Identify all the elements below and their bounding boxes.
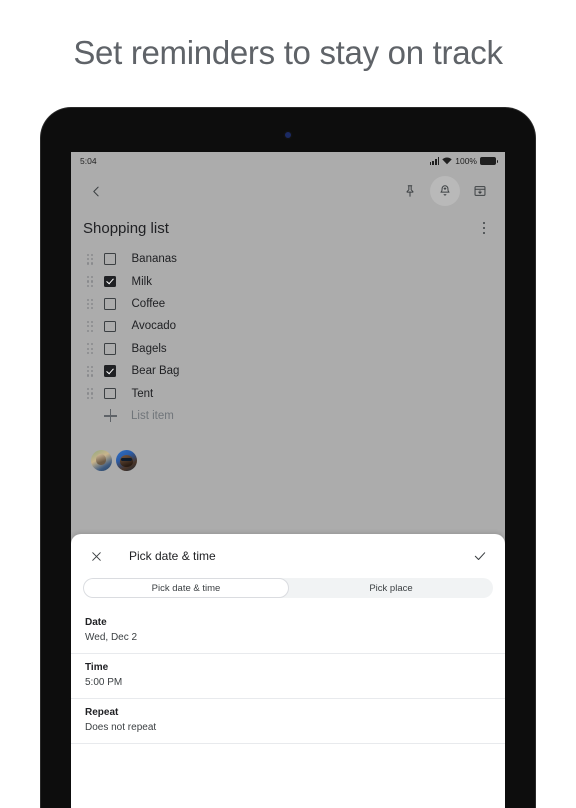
add-list-item-row[interactable]: List item xyxy=(71,405,505,427)
sheet-title: Pick date & time xyxy=(129,549,216,563)
archive-icon[interactable] xyxy=(465,176,495,206)
collaborator-avatars xyxy=(91,450,137,471)
list-item[interactable]: Bananas xyxy=(71,248,505,270)
time-row[interactable]: Time 5:00 PM xyxy=(71,654,505,699)
check-icon[interactable] xyxy=(469,545,491,567)
list-item-label: Bananas xyxy=(131,253,177,266)
pin-icon[interactable] xyxy=(395,176,425,206)
tab-pick-date-time[interactable]: Pick date & time xyxy=(83,578,289,598)
overflow-menu-icon[interactable] xyxy=(473,216,495,240)
repeat-row[interactable]: Repeat Does not repeat xyxy=(71,699,505,744)
reminder-settings-rows: Date Wed, Dec 2 Time 5:00 PM Repeat Does… xyxy=(71,609,505,744)
drag-handle-icon[interactable] xyxy=(83,319,97,333)
cellular-signal-icon xyxy=(429,157,440,165)
status-indicators: 100% xyxy=(429,156,498,166)
wifi-icon xyxy=(442,157,452,165)
list-item-label: Avocado xyxy=(131,320,177,333)
drag-handle-icon[interactable] xyxy=(83,387,97,401)
list-item-label: Bagels xyxy=(131,342,167,355)
back-chevron-icon[interactable] xyxy=(81,176,111,206)
tablet-device-frame: 5:04 100% Shopping list Bananas Milk Cof… xyxy=(41,108,535,808)
avatar[interactable] xyxy=(116,450,137,471)
page-title: Set reminders to stay on track xyxy=(73,34,503,71)
close-icon[interactable] xyxy=(85,545,107,567)
repeat-row-value: Does not repeat xyxy=(85,722,157,733)
sheet-tab-group: Pick date & time Pick place xyxy=(83,578,493,598)
drag-handle-icon[interactable] xyxy=(83,297,97,311)
item-checkbox[interactable] xyxy=(104,298,116,310)
date-row-value: Wed, Dec 2 xyxy=(85,632,138,643)
note-toolbar xyxy=(71,170,505,212)
drag-handle-icon[interactable] xyxy=(83,364,97,378)
drag-handle-icon[interactable] xyxy=(83,275,97,289)
note-title[interactable]: Shopping list xyxy=(83,220,169,237)
add-list-item-label: List item xyxy=(131,409,174,422)
drag-handle-icon[interactable] xyxy=(83,342,97,356)
repeat-row-label: Repeat xyxy=(85,707,119,718)
time-row-label: Time xyxy=(85,662,109,673)
battery-percent-label: 100% xyxy=(455,156,477,166)
battery-full-icon xyxy=(480,157,498,165)
list-item[interactable]: Bear Bag xyxy=(71,360,505,382)
status-bar: 5:04 100% xyxy=(71,152,505,170)
plus-icon xyxy=(104,408,118,423)
list-item[interactable]: Tent xyxy=(71,382,505,404)
item-checkbox[interactable] xyxy=(104,343,116,355)
list-item[interactable]: Avocado xyxy=(71,315,505,337)
date-row[interactable]: Date Wed, Dec 2 xyxy=(71,609,505,654)
status-time: 5:04 xyxy=(80,156,97,166)
list-item[interactable]: Bagels xyxy=(71,338,505,360)
list-item-label: Bear Bag xyxy=(131,365,180,378)
date-row-label: Date xyxy=(85,617,107,628)
reminder-bell-icon[interactable] xyxy=(430,176,460,206)
front-camera-icon xyxy=(285,132,291,138)
list-item-label: Coffee xyxy=(131,297,166,310)
list-item-label: Tent xyxy=(131,387,154,400)
avatar[interactable] xyxy=(91,450,112,471)
drag-handle-icon[interactable] xyxy=(83,252,97,266)
list-item[interactable]: Coffee xyxy=(71,293,505,315)
list-item-label: Milk xyxy=(131,275,152,288)
item-checkbox[interactable] xyxy=(104,365,116,377)
device-screen: 5:04 100% Shopping list Bananas Milk Cof… xyxy=(71,152,505,808)
time-row-value: 5:00 PM xyxy=(85,677,123,688)
checklist: Bananas Milk Coffee Avocado Bagels Bear … xyxy=(71,248,505,427)
tab-pick-place[interactable]: Pick place xyxy=(289,578,493,598)
item-checkbox[interactable] xyxy=(104,275,116,288)
item-checkbox[interactable] xyxy=(104,387,116,400)
sheet-header: Pick date & time xyxy=(71,534,505,578)
item-checkbox[interactable] xyxy=(104,320,116,333)
list-item[interactable]: Milk xyxy=(71,270,505,292)
reminder-bottom-sheet: Pick date & time Pick date & time Pick p… xyxy=(71,534,505,808)
item-checkbox[interactable] xyxy=(104,253,116,265)
